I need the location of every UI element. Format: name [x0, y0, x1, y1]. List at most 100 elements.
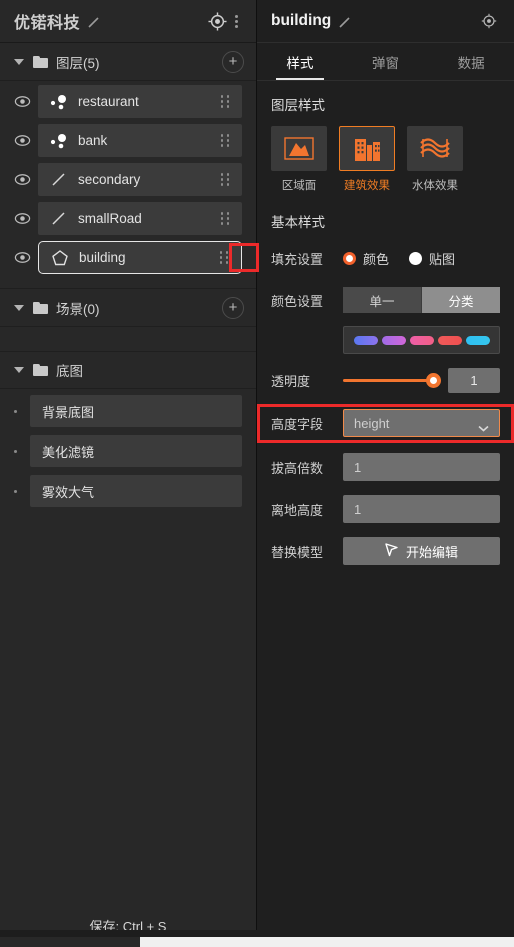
table-row[interactable]: restaurant [14, 85, 242, 118]
list-item[interactable]: 美化滤镜 [14, 435, 242, 467]
start-edit-button[interactable]: 开始编辑 [343, 537, 500, 565]
chevron-down-icon-layers[interactable] [14, 58, 24, 65]
seg-single[interactable]: 单一 [343, 287, 422, 313]
radio-fill-color-label: 颜色 [363, 251, 390, 267]
line-geometry-icon [48, 170, 70, 190]
tab-bar: 样式 弹窗 数据 [257, 43, 514, 81]
height-field-dropdown[interactable]: height [343, 409, 500, 437]
layer-name: restaurant [78, 94, 139, 109]
style-tile-building[interactable]: 建筑效果 [339, 126, 395, 193]
more-vertical-icon[interactable] [228, 12, 244, 30]
ground-height-control: 1 [343, 495, 500, 523]
edit-pencil-icon[interactable] [87, 16, 100, 29]
style-tile-group: 区域面 建筑效果 水体效果 [271, 126, 500, 193]
color-swatch-4[interactable] [465, 335, 490, 345]
drag-handle[interactable] [218, 172, 232, 188]
style-panel-body: 图层样式 区域面 建筑效果 水体效果 基本样式 填充设置 颜色 贴图 颜色设置 … [257, 81, 514, 576]
style-tile-water[interactable]: 水体效果 [407, 126, 463, 193]
color-swatch-0[interactable] [353, 335, 378, 345]
table-row[interactable]: building [14, 241, 259, 274]
chevron-down-icon-basemap[interactable] [14, 367, 24, 373]
style-tile-area-thumb[interactable] [271, 126, 327, 171]
layer-item-bank[interactable]: bank [38, 124, 242, 157]
table-row[interactable]: secondary [14, 163, 242, 196]
basemap-item-fog[interactable]: 雾效大气 [30, 475, 242, 507]
style-tile-area-label: 区域面 [281, 180, 317, 192]
ground-height-input[interactable]: 1 [343, 495, 500, 523]
color-swatch-box[interactable] [343, 326, 500, 354]
drag-handle[interactable] [218, 133, 232, 149]
eye-icon[interactable] [14, 93, 31, 110]
style-tile-building-label: 建筑效果 [344, 180, 390, 192]
seg-category[interactable]: 分类 [422, 287, 500, 313]
slider-knob[interactable] [426, 372, 441, 388]
basemap-item-background[interactable]: 背景底图 [30, 395, 242, 427]
locate-target-icon[interactable] [206, 10, 228, 32]
list-item[interactable]: 背景底图 [14, 395, 242, 427]
scene-group-header[interactable]: 场景(0) + [0, 289, 256, 327]
add-layer-button[interactable]: + [222, 50, 244, 73]
app-root: 优锘科技 图层(5) + restaurant bank secondary s… [0, 0, 514, 947]
drag-handle[interactable] [218, 94, 232, 110]
polygon-geometry-icon [49, 248, 71, 268]
right-panel-header: building [257, 0, 514, 43]
height-scale-label: 拔高倍数 [271, 460, 324, 476]
basemap-group-header[interactable]: 底图 [0, 351, 256, 389]
replace-model-control: 开始编辑 [343, 537, 500, 565]
folder-icon-basemap [33, 364, 48, 376]
layer-item-secondary[interactable]: secondary [38, 163, 242, 196]
color-swatch-3[interactable] [437, 335, 462, 345]
layer-name: secondary [78, 172, 141, 187]
horizontal-scrollbar[interactable] [140, 937, 514, 947]
layer-item-building[interactable]: building [38, 241, 242, 274]
eye-icon[interactable] [14, 132, 31, 149]
locate-target-icon[interactable] [478, 10, 500, 32]
bullet-icon [14, 409, 17, 413]
height-scale-input[interactable]: 1 [343, 453, 500, 481]
layer-item-smallroad[interactable]: smallRoad [38, 202, 242, 235]
eye-icon[interactable] [14, 249, 31, 266]
edit-pencil-icon[interactable] [338, 16, 351, 29]
color-swatch-2[interactable] [409, 335, 434, 345]
height-field-control: height [343, 409, 500, 437]
opacity-control: 1 [343, 367, 500, 393]
style-tile-water-thumb[interactable] [407, 126, 463, 171]
chevron-down-icon-scene[interactable] [14, 304, 24, 311]
eye-icon[interactable] [14, 210, 31, 227]
radio-unselected-icon [409, 251, 423, 265]
layer-name: building [79, 250, 126, 265]
layers-group-label: 图层(5) [56, 55, 100, 71]
ground-height-row: 离地高度 1 [271, 492, 500, 526]
list-item[interactable]: 雾效大气 [14, 475, 242, 507]
tab-data[interactable]: 数据 [428, 43, 514, 80]
height-field-label: 高度字段 [271, 416, 324, 432]
eye-icon[interactable] [14, 171, 31, 188]
bullet-icon [14, 489, 17, 493]
bullet-icon [14, 449, 17, 453]
drag-handle[interactable] [218, 211, 232, 227]
tab-popup[interactable]: 弹窗 [343, 43, 429, 80]
opacity-slider[interactable] [343, 372, 441, 388]
radio-fill-texture[interactable]: 贴图 [409, 249, 455, 268]
table-row[interactable]: bank [14, 124, 242, 157]
table-row[interactable]: smallRoad [14, 202, 242, 235]
height-field-value: height [354, 415, 390, 431]
drag-handle[interactable] [217, 250, 231, 266]
height-scale-control: 1 [343, 453, 500, 481]
opacity-row: 透明度 1 [271, 363, 500, 397]
style-tile-building-thumb[interactable] [339, 126, 395, 171]
layer-item-restaurant[interactable]: restaurant [38, 85, 242, 118]
style-tile-area[interactable]: 区域面 [271, 126, 327, 193]
opacity-value[interactable]: 1 [448, 367, 500, 393]
color-swatch-1[interactable] [381, 335, 406, 345]
layer-style-section-title: 图层样式 [271, 98, 325, 113]
color-swatch-control[interactable] [343, 326, 500, 354]
layers-group-header[interactable]: 图层(5) + [0, 43, 256, 81]
tab-style[interactable]: 样式 [257, 43, 343, 80]
basic-style-section-title: 基本样式 [271, 215, 325, 230]
fill-setting-options: 颜色 贴图 [343, 249, 500, 268]
add-scene-button[interactable]: + [222, 296, 244, 319]
radio-fill-color[interactable]: 颜色 [343, 249, 389, 268]
point-geometry-icon [48, 131, 70, 151]
basemap-item-filter[interactable]: 美化滤镜 [30, 435, 242, 467]
